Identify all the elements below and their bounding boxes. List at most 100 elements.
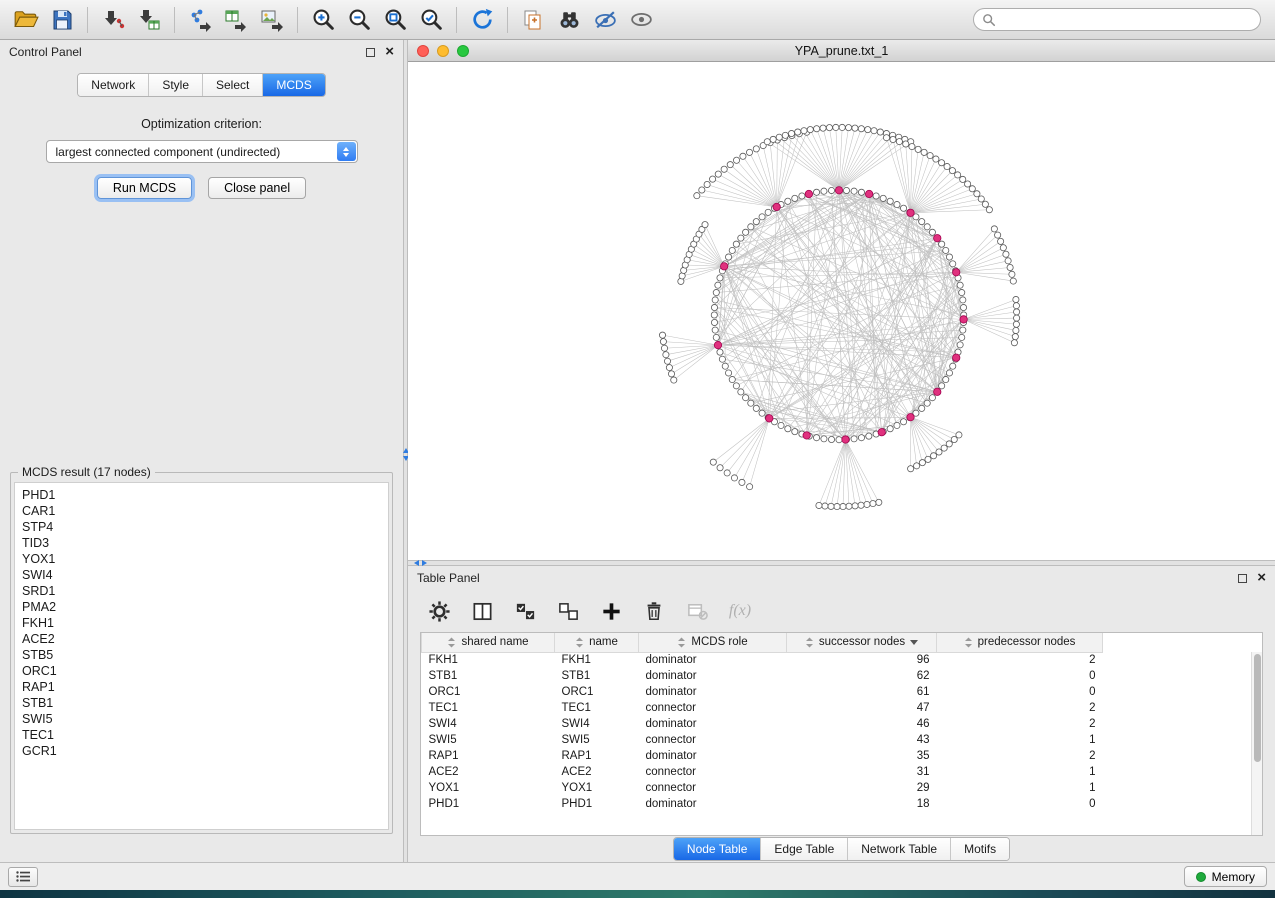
table-cell: YOX1 [555,780,639,796]
table-cell: RAP1 [555,748,639,764]
table-row[interactable]: ACE2ACE2connector311 [422,764,1251,780]
columns-icon [471,600,494,623]
table-settings-button[interactable] [426,598,452,624]
float-panel-icon[interactable] [366,48,375,57]
network-canvas[interactable] [408,62,1275,560]
mcds-result-node[interactable]: STB5 [22,647,381,663]
table-row[interactable]: ORC1ORC1dominator610 [422,684,1251,700]
table-row[interactable]: SWI5SWI5connector431 [422,732,1251,748]
memory-button[interactable]: Memory [1184,866,1267,887]
create-column-button[interactable] [598,598,624,624]
table-row[interactable]: STB1STB1dominator620 [422,668,1251,684]
save-session-button[interactable] [44,4,80,36]
zoom-in-button[interactable] [305,4,341,36]
mcds-result-list[interactable]: PHD1CAR1STP4TID3YOX1SWI4SRD1PMA2FKH1ACE2… [14,482,389,830]
float-panel-icon[interactable] [1238,574,1247,583]
mcds-result-node[interactable]: FKH1 [22,615,381,631]
zoom-fit-icon [383,7,408,32]
tab-network-table[interactable]: Network Table [847,838,950,860]
network-window-titlebar[interactable]: YPA_prune.txt_1 [408,40,1275,62]
mcds-result-node[interactable]: STB1 [22,695,381,711]
mcds-result-node[interactable]: ORC1 [22,663,381,679]
close-panel-icon[interactable]: × [385,47,394,57]
zoom-out-button[interactable] [341,4,377,36]
tab-motifs[interactable]: Motifs [950,838,1009,860]
deselect-all-rows-button[interactable] [555,598,581,624]
mcds-result-node[interactable]: SWI4 [22,567,381,583]
horizontal-splitter[interactable] [408,560,1275,566]
column-header-mcds-role[interactable]: MCDS role [639,633,787,652]
zoom-fit-button[interactable] [377,4,413,36]
table-cell: 0 [937,684,1103,700]
splitter-collapse-icon[interactable] [414,560,419,566]
mcds-result-node[interactable]: YOX1 [22,551,381,567]
tab-style[interactable]: Style [148,74,202,96]
export-table-button[interactable] [218,4,254,36]
mcds-result-group: MCDS result (17 nodes) PHD1CAR1STP4TID3Y… [10,465,393,834]
column-header-name[interactable]: name [555,633,639,652]
column-header-predecessor-nodes[interactable]: predecessor nodes [937,633,1103,652]
table-row[interactable]: YOX1YOX1connector291 [422,780,1251,796]
tab-edge-table[interactable]: Edge Table [760,838,847,860]
column-header-successor-nodes[interactable]: successor nodes [787,633,937,652]
delete-column-button[interactable] [641,598,667,624]
mcds-result-node[interactable]: PHD1 [22,487,381,503]
tab-node-table[interactable]: Node Table [674,838,761,860]
import-table-button[interactable] [131,4,167,36]
select-all-rows-button[interactable] [512,598,538,624]
mcds-result-node[interactable]: TID3 [22,535,381,551]
mcds-result-node[interactable]: ACE2 [22,631,381,647]
export-image-button[interactable] [254,4,290,36]
mcds-result-node[interactable]: RAP1 [22,679,381,695]
table-scrollbar[interactable] [1251,652,1262,835]
duplicate-network-button[interactable] [515,4,551,36]
table-row[interactable]: FKH1FKH1dominator962 [422,652,1251,668]
optimization-criterion-dropdown[interactable]: largest connected component (undirected) [46,140,358,163]
table-row[interactable]: TEC1TEC1connector472 [422,700,1251,716]
mcds-result-node[interactable]: CAR1 [22,503,381,519]
open-session-button[interactable] [8,4,44,36]
table-cell-filler [1103,780,1251,796]
show-all-button[interactable] [623,4,659,36]
trash-icon [643,600,665,622]
search-box[interactable] [973,8,1261,31]
zoom-selected-button[interactable] [413,4,449,36]
show-columns-button[interactable] [469,598,495,624]
first-neighbors-button[interactable] [551,4,587,36]
tab-select[interactable]: Select [202,74,262,96]
table-cell: 1 [937,780,1103,796]
search-input[interactable] [1001,13,1252,27]
delete-table-button[interactable] [684,598,710,624]
unchecked-boxes-icon [557,600,580,623]
network-window: YPA_prune.txt_1 [408,40,1275,560]
export-network-button[interactable] [182,4,218,36]
table-row[interactable]: SWI4SWI4dominator462 [422,716,1251,732]
splitter-expand-icon[interactable] [422,560,427,566]
tab-network[interactable]: Network [78,74,148,96]
task-history-button[interactable] [8,867,38,887]
column-header-filler [1103,633,1251,652]
mcds-result-node[interactable]: STP4 [22,519,381,535]
table-cell: 1 [937,732,1103,748]
hide-selected-button[interactable] [587,4,623,36]
import-network-button[interactable] [95,4,131,36]
table-cell: dominator [639,796,787,812]
mcds-result-node[interactable]: SRD1 [22,583,381,599]
table-cell-filler [1103,684,1251,700]
sort-icon [964,637,973,648]
function-builder-button[interactable]: f(x) [727,598,753,624]
mcds-result-node[interactable]: SWI5 [22,711,381,727]
column-header-shared-name[interactable]: shared name [422,633,555,652]
table-row[interactable]: RAP1RAP1dominator352 [422,748,1251,764]
close-panel-icon[interactable]: × [1257,573,1266,583]
scrollbar-thumb[interactable] [1254,654,1261,762]
apply-layout-button[interactable] [464,4,500,36]
close-panel-button[interactable]: Close panel [208,177,306,199]
mcds-result-node[interactable]: GCR1 [22,743,381,759]
mcds-result-node[interactable]: TEC1 [22,727,381,743]
mcds-result-node[interactable]: PMA2 [22,599,381,615]
tab-mcds[interactable]: MCDS [262,74,324,96]
table-row[interactable]: PHD1PHD1dominator180 [422,796,1251,812]
run-mcds-button[interactable]: Run MCDS [97,177,192,199]
network-graph[interactable] [408,62,1275,560]
